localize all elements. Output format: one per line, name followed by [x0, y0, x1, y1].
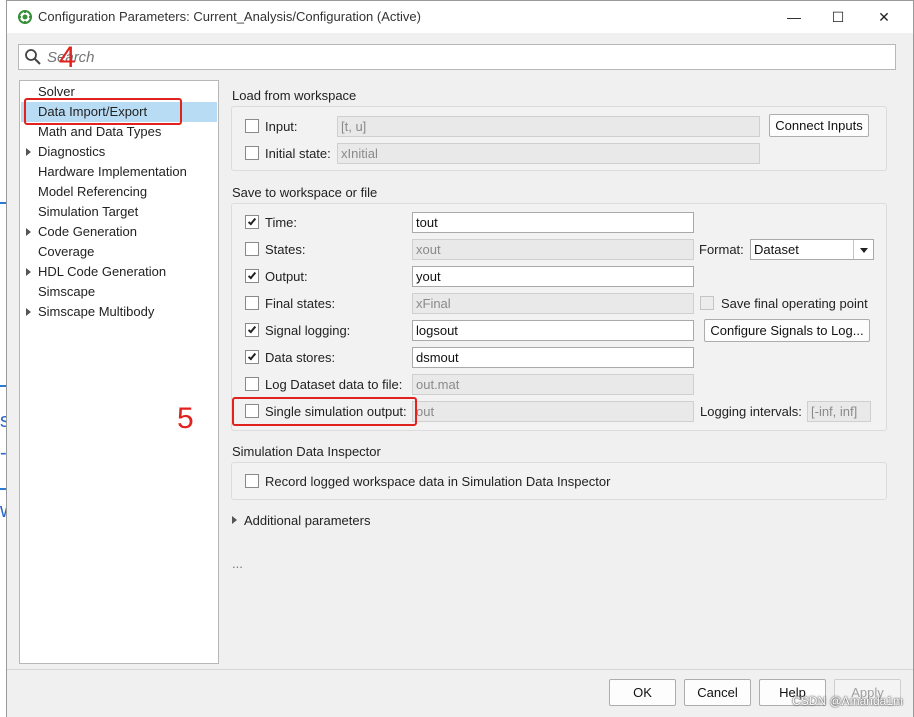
highlight-box-data-import-export	[24, 98, 182, 125]
annotation-number-5: 5	[177, 402, 194, 435]
tree-item-label: Code Generation	[38, 224, 138, 239]
highlight-box-single-simulation-output	[232, 397, 417, 426]
tree-item-hardware-implementation[interactable]: Hardware Implementation	[21, 162, 217, 182]
title-bar[interactable]: Configuration Parameters: Current_Analys…	[7, 1, 913, 33]
simulink-app-icon	[18, 10, 32, 24]
final-states-label: Final states:	[265, 296, 336, 311]
search-box[interactable]	[18, 44, 896, 70]
config-parameters-window: Configuration Parameters: Current_Analys…	[6, 0, 914, 717]
additional-parameters-label[interactable]: Additional parameters	[244, 513, 370, 528]
signal-logging-label: Signal logging:	[265, 323, 351, 338]
connect-inputs-button[interactable]: Connect Inputs	[769, 114, 869, 137]
watermark: CSDN @Amanda1m	[792, 694, 903, 708]
expand-arrow-icon[interactable]	[26, 308, 31, 316]
checkmark-icon	[247, 324, 257, 334]
format-select[interactable]: Dataset	[750, 239, 874, 260]
record-sdi-checkbox[interactable]	[245, 474, 259, 488]
time-label: Time:	[265, 215, 298, 230]
close-icon: ✕	[878, 8, 890, 25]
log-dataset-checkbox[interactable]	[245, 377, 259, 391]
final-states-field[interactable]: xFinal	[412, 293, 694, 314]
tree-item-diagnostics[interactable]: Diagnostics	[21, 142, 217, 162]
save-final-operating-point-checkbox[interactable]	[700, 296, 714, 310]
sdi-section-title: Simulation Data Inspector	[232, 444, 381, 459]
tree-item-label: Model Referencing	[38, 184, 148, 199]
tree-item-label: Solver	[38, 84, 75, 99]
log-dataset-label: Log Dataset data to file:	[265, 377, 403, 392]
tree-item-label: Math and Data Types	[38, 124, 162, 139]
tree-item-simscape-multibody[interactable]: Simscape Multibody	[21, 302, 217, 322]
checkmark-icon	[247, 270, 257, 280]
time-checkbox[interactable]	[245, 215, 259, 229]
log-dataset-field[interactable]: out.mat	[412, 374, 694, 395]
output-label: Output:	[265, 269, 308, 284]
close-button[interactable]: ✕	[861, 5, 907, 29]
save-section-title: Save to workspace or file	[232, 185, 378, 200]
minimize-icon: —	[787, 9, 801, 25]
input-checkbox[interactable]	[245, 119, 259, 133]
checkmark-icon	[247, 351, 257, 361]
single-simulation-output-field[interactable]: out	[412, 401, 694, 422]
expand-arrow-icon[interactable]	[232, 516, 237, 524]
initial-state-label: Initial state:	[265, 146, 331, 161]
chevron-down-icon[interactable]	[853, 240, 873, 259]
record-sdi-label: Record logged workspace data in Simulati…	[265, 474, 611, 489]
data-stores-checkbox[interactable]	[245, 350, 259, 364]
signal-logging-field[interactable]: logsout	[412, 320, 694, 341]
tree-item-label: HDL Code Generation	[38, 264, 167, 279]
tree-item-label: Simulation Target	[38, 204, 139, 219]
initial-state-field[interactable]: xInitial	[337, 143, 760, 164]
format-label: Format:	[699, 242, 744, 257]
tree-item-coverage[interactable]: Coverage	[21, 242, 217, 262]
states-field[interactable]: xout	[412, 239, 694, 260]
format-value: Dataset	[754, 242, 799, 257]
time-field[interactable]: tout	[412, 212, 694, 233]
tree-item-hdl-code-generation[interactable]: HDL Code Generation	[21, 262, 217, 282]
input-field[interactable]: [t, u]	[337, 116, 760, 137]
ellipsis-text: ...	[232, 556, 243, 571]
tree-item-math-and-data-types[interactable]: Math and Data Types	[21, 122, 217, 142]
expand-arrow-icon[interactable]	[26, 148, 31, 156]
maximize-button[interactable]: ☐	[815, 5, 861, 29]
output-checkbox[interactable]	[245, 269, 259, 283]
signal-logging-checkbox[interactable]	[245, 323, 259, 337]
output-field[interactable]: yout	[412, 266, 694, 287]
maximize-icon: ☐	[831, 8, 845, 25]
ok-button[interactable]: OK	[609, 679, 676, 706]
tree-item-simscape[interactable]: Simscape	[21, 282, 217, 302]
initial-state-checkbox[interactable]	[245, 146, 259, 160]
category-tree: Solver Data Import/Export Math and Data …	[19, 80, 219, 664]
tree-item-label: Coverage	[38, 244, 95, 259]
tree-item-simulation-target[interactable]: Simulation Target	[21, 202, 217, 222]
configure-signals-button[interactable]: Configure Signals to Log...	[704, 319, 870, 342]
load-section-title: Load from workspace	[232, 88, 357, 103]
window-title: Configuration Parameters: Current_Analys…	[38, 9, 421, 24]
final-states-checkbox[interactable]	[245, 296, 259, 310]
logging-intervals-label: Logging intervals:	[700, 404, 802, 419]
input-label: Input:	[265, 119, 298, 134]
expand-arrow-icon[interactable]	[26, 268, 31, 276]
states-checkbox[interactable]	[245, 242, 259, 256]
tree-item-code-generation[interactable]: Code Generation	[21, 222, 217, 242]
checkmark-icon	[247, 216, 257, 226]
tree-item-label: Simscape	[38, 284, 96, 299]
tree-item-label: Hardware Implementation	[38, 164, 187, 179]
tree-item-label: Diagnostics	[38, 144, 106, 159]
logging-intervals-field[interactable]: [-inf, inf]	[807, 401, 871, 422]
search-input[interactable]	[47, 47, 887, 67]
data-stores-field[interactable]: dsmout	[412, 347, 694, 368]
expand-arrow-icon[interactable]	[26, 228, 31, 236]
states-label: States:	[265, 242, 306, 257]
search-icon	[25, 49, 41, 65]
tree-item-label: Simscape Multibody	[38, 304, 155, 319]
annotation-number-4: 4	[59, 41, 76, 74]
cancel-button[interactable]: Cancel	[684, 679, 751, 706]
tree-item-model-referencing[interactable]: Model Referencing	[21, 182, 217, 202]
save-final-operating-point-label: Save final operating point	[721, 296, 868, 311]
minimize-button[interactable]: —	[771, 5, 817, 29]
data-stores-label: Data stores:	[265, 350, 336, 365]
